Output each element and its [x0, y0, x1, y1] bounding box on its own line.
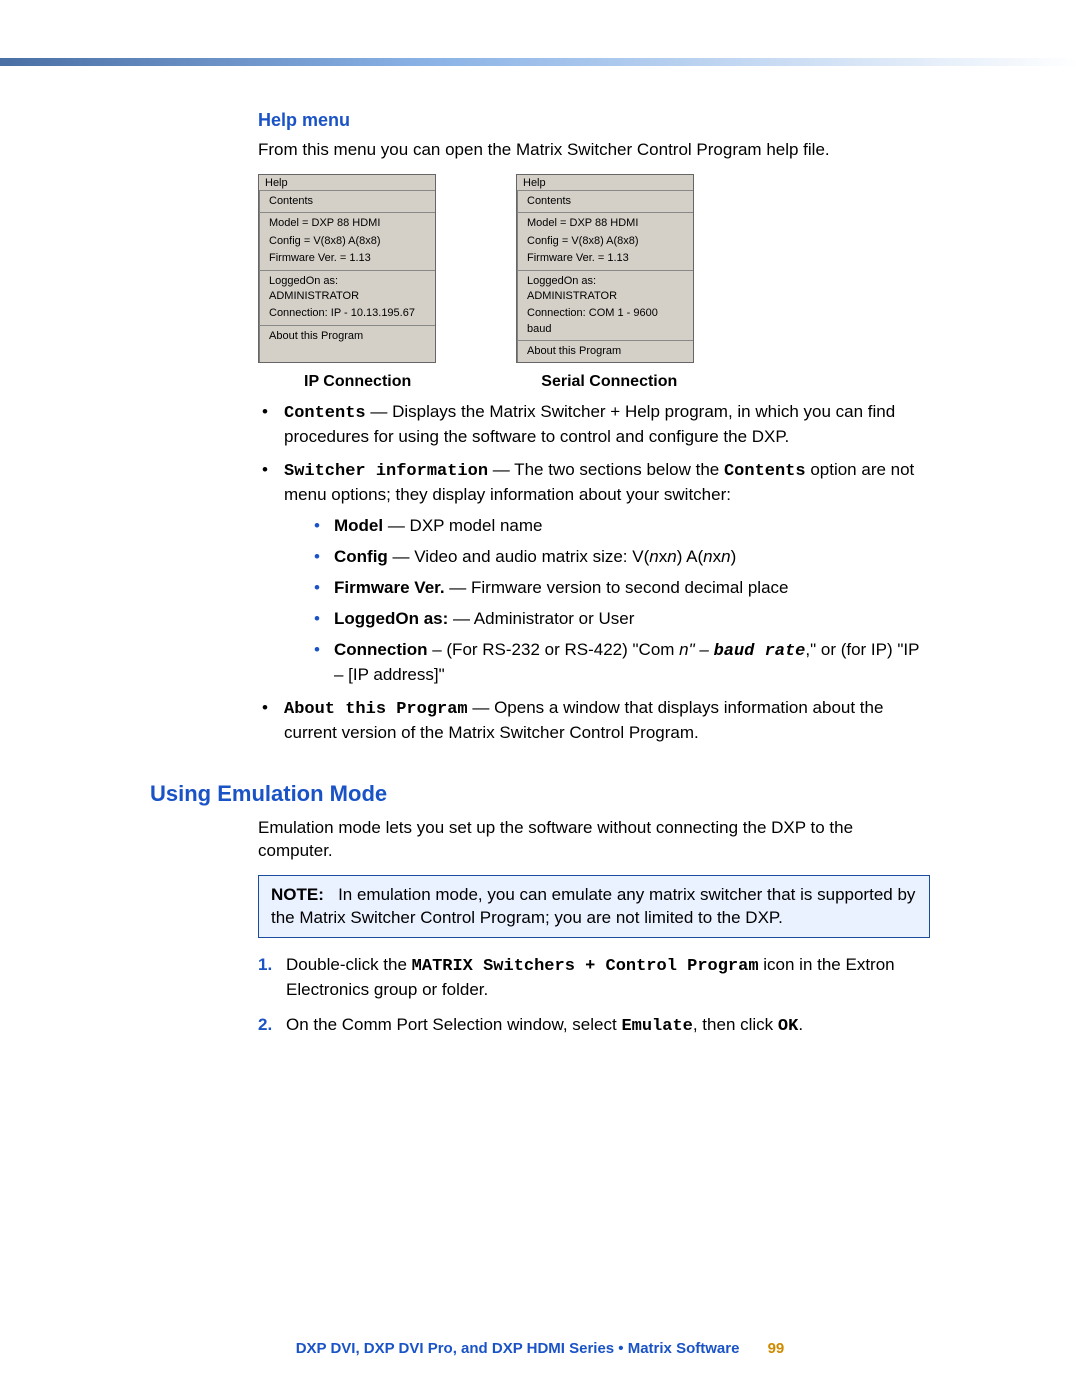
- bullet-contents: Contents — Displays the Matrix Switcher …: [258, 401, 930, 449]
- sub-config-i2: n: [667, 547, 676, 566]
- menu-serial-model: Model = DXP 88 HDMI: [517, 215, 693, 232]
- menu-serial-title[interactable]: Help: [517, 175, 693, 191]
- sub-config-r1: — Video and audio matrix size: V(: [388, 547, 649, 566]
- menu-serial-contents[interactable]: Contents: [517, 193, 693, 210]
- footer-pagenum: 99: [768, 1340, 785, 1357]
- help-menu-intro: From this menu you can open the Matrix S…: [258, 139, 930, 162]
- menu-ip-config: Config = V(8x8) A(8x8): [259, 233, 435, 250]
- menu-ip-title[interactable]: Help: [259, 175, 435, 191]
- bullet-contents-rest: — Displays the Matrix Switcher + Help pr…: [284, 402, 895, 446]
- step2-b: , then click: [693, 1015, 778, 1034]
- help-menu-ip: Help Contents Model = DXP 88 HDMI Config…: [258, 174, 436, 364]
- sub-conn-i1: n" –: [679, 640, 713, 659]
- step2-code2: OK: [778, 1017, 798, 1036]
- note-label: NOTE:: [271, 885, 324, 904]
- sub-config-i3: n: [703, 547, 712, 566]
- menu-serial-about[interactable]: About this Program: [517, 343, 693, 360]
- page-footer: DXP DVI, DXP DVI Pro, and DXP HDMI Serie…: [0, 1340, 1080, 1357]
- sub-config-i1: n: [649, 547, 658, 566]
- sub-config-r4: x: [713, 547, 722, 566]
- sub-config: Config — Video and audio matrix size: V(…: [312, 546, 930, 569]
- sub-connection: Connection – (For RS-232 or RS-422) "Com…: [312, 639, 930, 687]
- footer-text: DXP DVI, DXP DVI Pro, and DXP HDMI Serie…: [296, 1340, 740, 1357]
- menu-ip-connection: Connection: IP - 10.13.195.67: [259, 305, 435, 322]
- menu-ip-contents[interactable]: Contents: [259, 193, 435, 210]
- sub-fw-b: Firmware Ver.: [334, 578, 445, 597]
- menu-serial-firmware: Firmware Ver. = 1.13: [517, 250, 693, 267]
- menu-serial-config: Config = V(8x8) A(8x8): [517, 233, 693, 250]
- sub-logged-b: LoggedOn as:: [334, 609, 448, 628]
- bullet-contents-code: Contents: [284, 404, 366, 423]
- menu-ip-model: Model = DXP 88 HDMI: [259, 215, 435, 232]
- bullet-switcher-code2: Contents: [724, 462, 806, 481]
- note-box: NOTE: In emulation mode, you can emulate…: [258, 875, 930, 939]
- sub-logged-r: — Administrator or User: [448, 609, 634, 628]
- help-top-bullets: Contents — Displays the Matrix Switcher …: [258, 401, 930, 744]
- sub-config-b: Config: [334, 547, 388, 566]
- help-menus-row: Help Contents Model = DXP 88 HDMI Config…: [258, 174, 930, 364]
- step2-a: On the Comm Port Selection window, selec…: [286, 1015, 621, 1034]
- bullet-about-code: About this Program: [284, 700, 468, 719]
- sub-model: Model — DXP model name: [312, 515, 930, 538]
- menu-serial-logged: LoggedOn as: ADMINISTRATOR: [517, 273, 693, 306]
- step-2: On the Comm Port Selection window, selec…: [258, 1014, 930, 1039]
- menu-serial-connection: Connection: COM 1 - 9600 baud: [517, 305, 693, 338]
- page-content: Help menu From this menu you can open th…: [150, 110, 930, 1051]
- caption-serial: Serial Connection: [541, 373, 677, 391]
- help-menu-serial: Help Contents Model = DXP 88 HDMI Config…: [516, 174, 694, 364]
- sub-model-b: Model: [334, 516, 383, 535]
- bullet-switcher-code: Switcher information: [284, 462, 488, 481]
- note-text: In emulation mode, you can emulate any m…: [271, 885, 915, 927]
- sub-fw-r: — Firmware version to second decimal pla…: [445, 578, 789, 597]
- caption-ip: IP Connection: [304, 373, 411, 391]
- emulation-intro: Emulation mode lets you set up the softw…: [258, 817, 930, 863]
- sub-config-i4: n: [721, 547, 730, 566]
- emulation-steps: Double-click the MATRIX Switchers + Cont…: [258, 954, 930, 1039]
- menu-ip-about[interactable]: About this Program: [259, 328, 435, 345]
- help-menu-heading: Help menu: [258, 110, 930, 131]
- step1-code: MATRIX Switchers + Control Program: [412, 957, 759, 976]
- sub-conn-c1: baud rate: [714, 642, 806, 661]
- sub-logged: LoggedOn as: — Administrator or User: [312, 608, 930, 631]
- bullet-switcher-mid: — The two sections below the: [488, 460, 724, 479]
- bullet-switcher: Switcher information — The two sections …: [258, 459, 930, 687]
- step1-a: Double-click the: [286, 955, 412, 974]
- sub-config-r5: ): [731, 547, 737, 566]
- step-1: Double-click the MATRIX Switchers + Cont…: [258, 954, 930, 1002]
- sub-conn-r1: – (For RS-232 or RS-422) "Com: [428, 640, 680, 659]
- step2-code1: Emulate: [621, 1017, 692, 1036]
- step2-c: .: [798, 1015, 803, 1034]
- menu-ip-firmware: Firmware Ver. = 1.13: [259, 250, 435, 267]
- sub-firmware: Firmware Ver. — Firmware version to seco…: [312, 577, 930, 600]
- bullet-about: About this Program — Opens a window that…: [258, 697, 930, 745]
- switcher-sub-bullets: Model — DXP model name Config — Video an…: [312, 515, 930, 687]
- emulation-heading: Using Emulation Mode: [150, 781, 930, 807]
- sub-conn-b: Connection: [334, 640, 428, 659]
- menu-ip-logged: LoggedOn as: ADMINISTRATOR: [259, 273, 435, 306]
- sub-model-r: — DXP model name: [383, 516, 542, 535]
- page-top-gradient: [0, 58, 1080, 66]
- sub-config-r3: ) A(: [677, 547, 703, 566]
- sub-config-r2: x: [659, 547, 668, 566]
- menu-captions: IP Connection Serial Connection: [304, 373, 930, 391]
